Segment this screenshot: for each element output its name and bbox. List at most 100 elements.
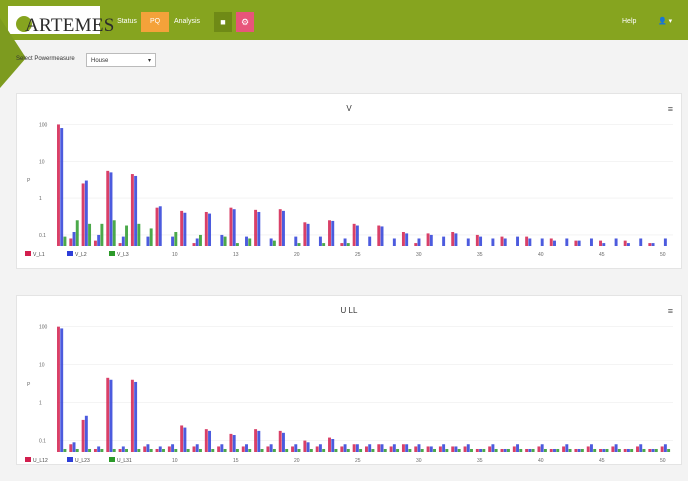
- bar-v-l3[interactable]: [272, 240, 276, 246]
- bar-v-l3[interactable]: [88, 223, 92, 246]
- bar-u-l31[interactable]: [235, 448, 239, 452]
- bar-u-l12[interactable]: [414, 446, 418, 452]
- nav-analysis[interactable]: Analysis: [172, 12, 202, 32]
- bar-u-l12[interactable]: [574, 448, 578, 452]
- bar-v-l2[interactable]: [72, 232, 76, 246]
- bar-u-l31[interactable]: [543, 448, 547, 452]
- bar-v-l3[interactable]: [63, 236, 67, 246]
- stop-button[interactable]: ■: [214, 12, 232, 32]
- bar-u-l12[interactable]: [648, 448, 652, 452]
- bar-u-l23[interactable]: [553, 448, 556, 452]
- bar-v-l1[interactable]: [414, 243, 418, 246]
- bar-v-l1[interactable]: [451, 232, 455, 246]
- bar-u-l23[interactable]: [392, 444, 396, 452]
- legend-item[interactable]: V_L1: [33, 252, 45, 258]
- bar-v-l3[interactable]: [297, 243, 301, 246]
- bar-u-l23[interactable]: [318, 444, 322, 452]
- bar-v-l1[interactable]: [81, 183, 85, 246]
- bar-u-l23[interactable]: [208, 430, 212, 452]
- bar-u-l31[interactable]: [630, 448, 634, 452]
- bar-u-l23[interactable]: [257, 430, 261, 452]
- bar-u-l31[interactable]: [506, 448, 510, 452]
- bar-v-l2[interactable]: [195, 238, 199, 246]
- bar-u-l31[interactable]: [211, 448, 215, 452]
- bar-v-l3[interactable]: [125, 225, 128, 246]
- bar-u-l31[interactable]: [359, 448, 363, 452]
- bar-u-l23[interactable]: [380, 444, 384, 452]
- bar-u-l23[interactable]: [97, 446, 101, 452]
- bar-v-l2[interactable]: [663, 238, 667, 246]
- bar-u-l23[interactable]: [516, 444, 520, 452]
- bar-v-l1[interactable]: [57, 124, 60, 246]
- bar-u-l23[interactable]: [331, 439, 335, 452]
- bar-u-l23[interactable]: [72, 442, 76, 452]
- bar-v-l2[interactable]: [466, 238, 470, 246]
- bar-u-l12[interactable]: [475, 448, 479, 452]
- bar-u-l12[interactable]: [438, 446, 442, 452]
- bar-v-l2[interactable]: [479, 236, 483, 246]
- bar-u-l23[interactable]: [158, 446, 162, 452]
- bar-v-l1[interactable]: [623, 240, 627, 246]
- bar-v-l3[interactable]: [322, 243, 326, 246]
- bar-v-l2[interactable]: [220, 234, 224, 246]
- bar-u-l12[interactable]: [192, 446, 196, 452]
- bar-u-l23[interactable]: [294, 444, 298, 452]
- bar-v-l2[interactable]: [626, 243, 630, 246]
- bar-v-l3[interactable]: [174, 232, 178, 246]
- bar-v-l2[interactable]: [269, 238, 273, 246]
- bar-v-l2[interactable]: [405, 233, 409, 246]
- bar-u-l23[interactable]: [171, 444, 175, 452]
- bar-v-l2[interactable]: [146, 236, 150, 246]
- bar-u-l31[interactable]: [112, 448, 116, 452]
- bar-u-l23[interactable]: [109, 379, 113, 452]
- bar-u-l31[interactable]: [457, 448, 461, 452]
- bar-u-l12[interactable]: [426, 446, 430, 452]
- bar-u-l23[interactable]: [577, 448, 581, 452]
- bar-u-l31[interactable]: [617, 448, 621, 452]
- bar-u-l31[interactable]: [285, 448, 289, 452]
- bar-u-l23[interactable]: [134, 381, 138, 452]
- bar-v-l1[interactable]: [340, 243, 344, 246]
- bar-u-l31[interactable]: [667, 448, 671, 452]
- bar-v-l2[interactable]: [639, 238, 643, 246]
- bar-u-l12[interactable]: [81, 419, 85, 452]
- bar-u-l31[interactable]: [162, 448, 165, 452]
- bar-u-l31[interactable]: [420, 448, 424, 452]
- bar-u-l12[interactable]: [537, 446, 541, 452]
- bar-u-l23[interactable]: [663, 444, 667, 452]
- bar-v-l3[interactable]: [75, 220, 79, 246]
- bar-u-l23[interactable]: [565, 444, 569, 452]
- bar-v-l2[interactable]: [281, 210, 285, 246]
- bar-u-l23[interactable]: [626, 448, 630, 452]
- bar-u-l31[interactable]: [186, 448, 190, 452]
- bar-u-l23[interactable]: [429, 446, 433, 452]
- bar-u-l12[interactable]: [549, 448, 553, 452]
- bar-v-l1[interactable]: [401, 232, 405, 246]
- bar-v-l3[interactable]: [100, 223, 104, 246]
- bar-u-l31[interactable]: [433, 448, 436, 452]
- bar-v-l1[interactable]: [229, 207, 233, 246]
- bar-v-l1[interactable]: [525, 236, 529, 246]
- bar-u-l23[interactable]: [466, 444, 470, 452]
- bar-u-l31[interactable]: [309, 448, 313, 452]
- bar-v-l1[interactable]: [204, 211, 208, 246]
- bar-u-l31[interactable]: [396, 448, 400, 452]
- bar-u-l31[interactable]: [580, 448, 584, 452]
- bar-u-l23[interactable]: [183, 427, 187, 452]
- bar-v-l1[interactable]: [69, 238, 73, 246]
- bar-v-l2[interactable]: [503, 238, 507, 246]
- bar-v-l2[interactable]: [516, 236, 520, 246]
- bar-u-l12[interactable]: [106, 377, 110, 452]
- bar-u-l31[interactable]: [272, 448, 276, 452]
- bar-v-l2[interactable]: [380, 226, 384, 246]
- legend-item[interactable]: U_L23: [75, 458, 90, 464]
- bar-u-l31[interactable]: [100, 448, 104, 452]
- bar-u-l23[interactable]: [60, 328, 64, 452]
- bar-u-l23[interactable]: [614, 444, 618, 452]
- legend-item[interactable]: V_L2: [75, 252, 87, 258]
- bar-v-l2[interactable]: [331, 220, 335, 246]
- bar-v-l2[interactable]: [429, 234, 433, 246]
- bar-v-l2[interactable]: [528, 238, 532, 246]
- bar-u-l12[interactable]: [155, 448, 159, 452]
- bar-u-l12[interactable]: [352, 444, 356, 452]
